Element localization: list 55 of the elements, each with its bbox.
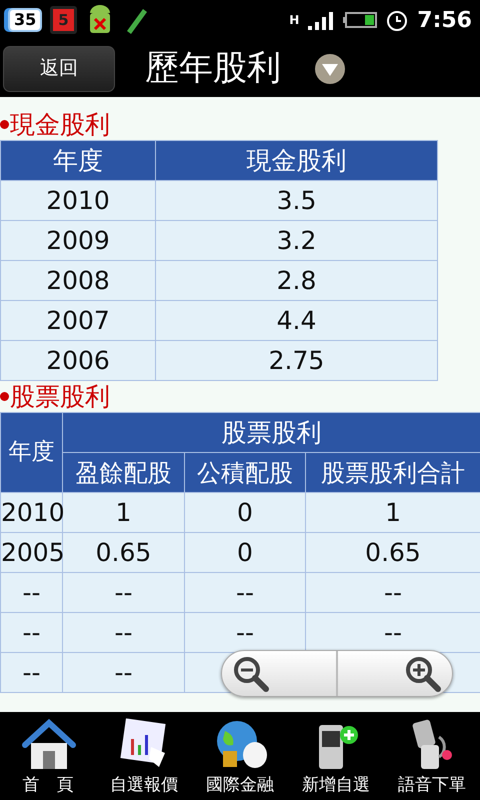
dropdown-icon[interactable] bbox=[315, 54, 345, 84]
signal-icon bbox=[307, 10, 336, 30]
table-cell: 3.5 bbox=[156, 180, 438, 220]
table-cell: 2007 bbox=[0, 300, 156, 340]
alarm-clock-icon bbox=[385, 8, 410, 32]
table-cell: -- bbox=[62, 652, 184, 692]
table-cell: -- bbox=[184, 572, 306, 612]
section-title: 現金股利 bbox=[10, 110, 110, 140]
table-cell: 2006 bbox=[0, 340, 156, 380]
page-title: 歷年股利 bbox=[145, 47, 281, 90]
nav-item[interactable]: 首 頁 bbox=[0, 712, 96, 800]
table-cell: -- bbox=[306, 612, 480, 652]
table-cell: -- bbox=[184, 612, 306, 652]
table-cell: -- bbox=[0, 652, 62, 692]
app-badge: 5 bbox=[50, 6, 77, 34]
nav-item[interactable]: 語音下單 bbox=[384, 712, 480, 800]
table-cell: 0 bbox=[184, 532, 306, 572]
table-cell: 2005 bbox=[0, 532, 62, 572]
table-cell: 2009 bbox=[0, 220, 156, 260]
zoom-in-icon bbox=[404, 654, 442, 692]
battery-icon bbox=[343, 11, 378, 29]
table-cell: 0 bbox=[184, 492, 306, 532]
column-header: 年度 bbox=[0, 140, 156, 180]
table-cell: -- bbox=[306, 572, 480, 612]
table-cell: 4.4 bbox=[156, 300, 438, 340]
table-cell: 1 bbox=[62, 492, 184, 532]
nav-item[interactable]: 自選報價 bbox=[96, 712, 192, 800]
column-header: 股票股利合計 bbox=[306, 452, 480, 492]
bullet-icon bbox=[0, 120, 9, 129]
table-cell: 2010 bbox=[0, 180, 156, 220]
table-cell: -- bbox=[62, 572, 184, 612]
table-cell: 2010 bbox=[0, 492, 62, 532]
table-cell: 0.65 bbox=[62, 532, 184, 572]
nav-item[interactable]: 國際金融 bbox=[192, 712, 288, 800]
column-header: 盈餘配股 bbox=[62, 452, 184, 492]
bullet-icon bbox=[0, 392, 9, 401]
table-cell: 1 bbox=[306, 492, 480, 532]
column-header: 公積配股 bbox=[184, 452, 306, 492]
back-button[interactable]: 返回 bbox=[3, 46, 115, 92]
status-time: 7:56 bbox=[417, 6, 472, 34]
network-type: H bbox=[289, 14, 300, 26]
column-header: 股票股利 bbox=[62, 412, 480, 452]
table-cell: 0.65 bbox=[306, 532, 480, 572]
column-header: 年度 bbox=[0, 412, 62, 492]
column-header: 現金股利 bbox=[156, 140, 438, 180]
table-cell: -- bbox=[0, 612, 62, 652]
table-cell: 3.2 bbox=[156, 220, 438, 260]
table-cell: 2.75 bbox=[156, 340, 438, 380]
table-cell: -- bbox=[62, 612, 184, 652]
section-title: 股票股利 bbox=[10, 382, 110, 412]
nav-item[interactable]: 新增自選 bbox=[288, 712, 384, 800]
table-cell: 2008 bbox=[0, 260, 156, 300]
table-cell: 2.8 bbox=[156, 260, 438, 300]
zoom-out-icon bbox=[232, 654, 270, 692]
table-cell: -- bbox=[0, 572, 62, 612]
